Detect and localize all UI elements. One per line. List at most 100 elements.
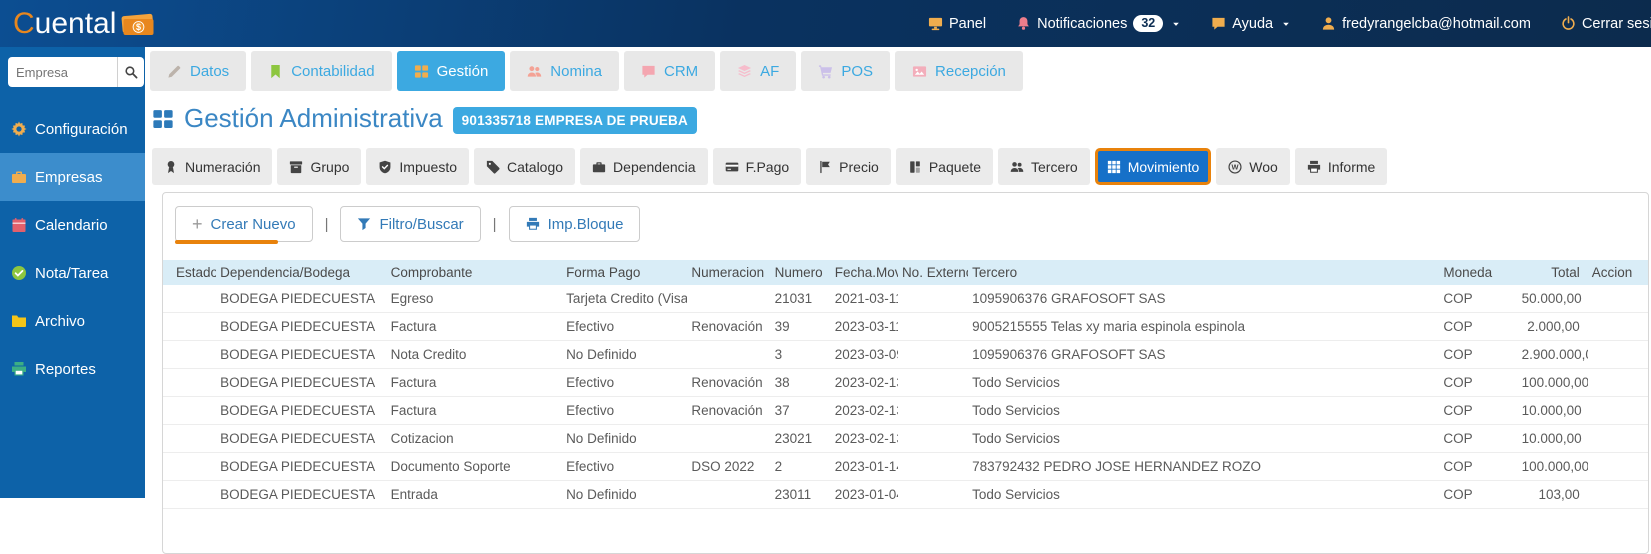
row-actions [1592, 425, 1644, 452]
column-header-dependencia-bodega[interactable]: Dependencia/Bodega [216, 260, 387, 285]
row-actions [1592, 369, 1644, 396]
subtab-label: Numeración [185, 158, 261, 175]
tab-contabilidad[interactable]: Contabilidad [251, 51, 392, 91]
logo-text: uental [34, 6, 117, 40]
subtab-fpago[interactable]: F.Pago [712, 148, 802, 185]
cell-dependencia_bodega: BODEGA PIEDECUESTA [216, 312, 387, 341]
cell-accion-wrap [1587, 396, 1648, 425]
table-row: BODEGA PIEDECUESTA Factura Efectivo Renovac… [163, 312, 1648, 341]
cell-comprobante: Nota Credito [386, 340, 563, 369]
comment-icon [1211, 16, 1226, 31]
subtab-numeracion[interactable]: Numeración [152, 148, 273, 185]
column-header-total[interactable]: Total [1517, 260, 1588, 285]
cell-comprobante: Factura [386, 368, 563, 397]
subtab-woo[interactable]: W Woo [1216, 148, 1290, 185]
tab-datos[interactable]: Datos [150, 51, 247, 91]
row-actions [1592, 313, 1644, 340]
imp-bloque-button[interactable]: Imp.Bloque [508, 206, 641, 242]
power-icon [1561, 16, 1576, 31]
filtro-buscar-button[interactable]: Filtro/Buscar [340, 206, 481, 242]
sidebar-item-nota-tarea[interactable]: Nota/Tarea [0, 249, 145, 297]
tab-recepcion[interactable]: Recepción [895, 51, 1023, 91]
cell-moneda: COP [1439, 340, 1518, 369]
tab-pos[interactable]: POS [801, 51, 891, 91]
cell-comprobante: Egreso [386, 285, 563, 313]
subtab-grupo[interactable]: Grupo [277, 148, 362, 185]
sidebar-item-reportes[interactable]: Reportes [0, 345, 145, 393]
sidebar-item-label: Archivo [35, 312, 86, 330]
nav-item-label: fredyrangelcba@hotmail.com [1342, 15, 1531, 32]
crear-nuevo-button[interactable]: + Crear Nuevo [175, 206, 313, 242]
subtab-dependencia[interactable]: Dependencia [580, 148, 708, 185]
nav-item-logout[interactable]: Cerrar sesión [1561, 16, 1651, 32]
subtab-label: Impuesto [399, 158, 457, 175]
column-header-numeracion[interactable]: Numeracion [687, 260, 771, 285]
sidebar-item-calendario[interactable]: Calendario [0, 201, 145, 249]
search-icon [124, 65, 138, 79]
image-icon [912, 64, 927, 79]
nav-item-panel[interactable]: Panel [928, 16, 986, 32]
row-actions [1592, 453, 1644, 480]
column-header-tercero[interactable]: Tercero [968, 260, 1440, 285]
subtab-informe[interactable]: Informe [1294, 148, 1388, 185]
user-icon [1321, 16, 1336, 31]
cell-moneda: COP [1439, 480, 1518, 509]
tab-af[interactable]: AF [720, 51, 797, 91]
column-header-no-externo[interactable]: No. Externo [897, 260, 969, 285]
company-search-input[interactable] [8, 57, 117, 87]
tab-nomina[interactable]: Nomina [510, 51, 619, 91]
column-header-comprobante[interactable]: Comprobante [386, 260, 563, 285]
column-header-moneda[interactable]: Moneda [1439, 260, 1518, 285]
nav-item-notificaciones[interactable]: Notificaciones 32 [1016, 15, 1181, 32]
column-header-estado[interactable]: Estado [163, 260, 217, 285]
table-row: BODEGA PIEDECUESTA Factura Efectivo Renovac… [163, 396, 1648, 425]
sidebar-item-label: Empresas [35, 168, 103, 186]
users-icon [1010, 160, 1024, 174]
table-row: BODEGA PIEDECUESTA Egreso Tarjeta Credito … [163, 285, 1648, 313]
cell-fecha_mov: 2023-01-04 [830, 480, 898, 509]
cell-total: 10.000,00 [1517, 396, 1588, 425]
cell-comprobante: Factura [386, 396, 563, 425]
subtab-paquete[interactable]: Paquete [895, 148, 994, 185]
subtab-label: Woo [1249, 158, 1278, 175]
cell-numeracion [687, 480, 771, 509]
sidebar-item-empresas[interactable]: Empresas [0, 153, 145, 201]
tab-label: AF [760, 62, 780, 80]
cell-forma_pago: Efectivo [562, 452, 688, 481]
tab-label: Contabilidad [291, 62, 375, 80]
cell-accion-wrap [1587, 312, 1648, 341]
bars-icon [908, 160, 922, 174]
tab-gestion[interactable]: Gestión [396, 51, 506, 91]
tab-crm[interactable]: CRM [623, 51, 716, 91]
subtab-movimiento[interactable]: Movimiento [1094, 148, 1212, 185]
subtab-label: Paquete [928, 158, 982, 175]
subtab-tercero[interactable]: Tercero [998, 148, 1090, 185]
cell-total: 10.000,00 [1517, 424, 1588, 453]
tab-label: CRM [663, 62, 699, 80]
cell-accion-wrap [1587, 285, 1648, 313]
sidebar-item-archivo[interactable]: Archivo [0, 297, 145, 345]
cell-tercero: 1095906376 GRAFOSOFT SAS [968, 340, 1440, 369]
nav-item-ayuda[interactable]: Ayuda [1211, 16, 1291, 32]
column-header-fecha-mov[interactable]: Fecha.Mov [830, 260, 898, 285]
column-header-accion[interactable]: Accion [1587, 260, 1648, 285]
cell-no_externo [897, 396, 969, 425]
subtab-impuesto[interactable]: Impuesto [366, 148, 469, 185]
column-header-forma-pago[interactable]: Forma Pago [562, 260, 688, 285]
sidebar-item-label: Reportes [35, 360, 96, 378]
active-button-underline [175, 240, 278, 244]
cell-tercero: Todo Servicios [968, 424, 1440, 453]
column-header-numero[interactable]: Numero [770, 260, 831, 285]
app-logo[interactable]: Cuental $ [0, 7, 156, 41]
subtab-catalogo[interactable]: Catalogo [474, 148, 576, 185]
sidebar-item-configuracion[interactable]: Configuración [0, 105, 145, 153]
users-icon [527, 64, 542, 79]
grid-icon [414, 64, 429, 79]
tab-label: Nomina [550, 62, 602, 80]
cell-fecha_mov: 2023-02-13 [830, 396, 898, 425]
nav-item-account[interactable]: fredyrangelcba@hotmail.com [1321, 16, 1531, 32]
cart-icon [818, 64, 833, 79]
search-button[interactable] [117, 57, 144, 87]
subtab-precio[interactable]: Precio [806, 148, 891, 185]
bell-icon [1016, 16, 1031, 31]
